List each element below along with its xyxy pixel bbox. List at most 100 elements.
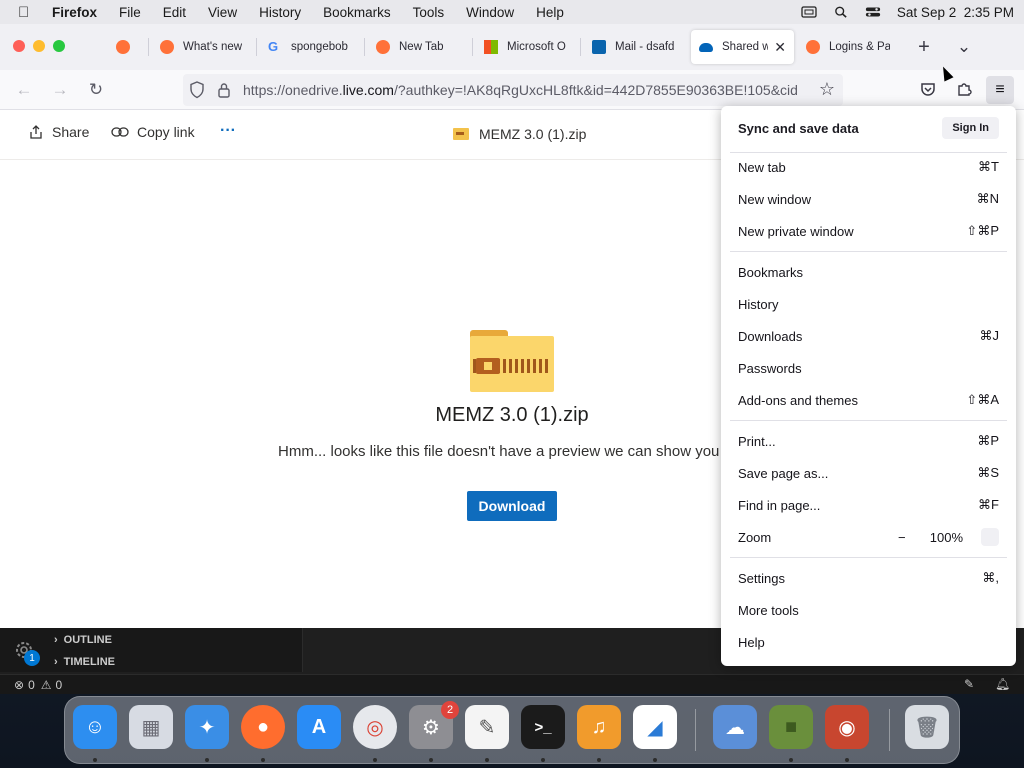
error-count[interactable]: 0 — [28, 678, 35, 692]
weather-icon[interactable]: ☁ — [713, 705, 757, 749]
safari-icon[interactable]: ✦ — [185, 705, 229, 749]
menu-item-new-window[interactable]: New window ⌘N — [738, 184, 999, 214]
apple-icon[interactable]:  — [18, 4, 40, 21]
chrome-icon[interactable]: ◎ — [353, 705, 397, 749]
menu-item-save-page-as[interactable]: Save page as... ⌘S — [738, 458, 999, 488]
menu-item-addons-and-themes[interactable]: Add-ons and themes ⇧⌘A — [738, 385, 999, 415]
garageband-icon[interactable]: ♫ — [577, 705, 621, 749]
tab-logins[interactable]: Logins & Pa — [798, 30, 898, 64]
sign-in-button[interactable]: Sign In — [942, 117, 999, 139]
menu-help[interactable]: Help — [536, 5, 564, 20]
menu-item-find-in-page[interactable]: Find in page... ⌘F — [738, 490, 999, 520]
notifications-bell-icon[interactable]: 🔔︎ — [995, 677, 1010, 691]
terminal-icon[interactable]: >_ — [521, 705, 565, 749]
reload-icon[interactable]: ↻ — [84, 78, 108, 102]
menu-view[interactable]: View — [208, 5, 237, 20]
screen-mirroring-icon[interactable] — [801, 6, 817, 18]
menu-item-label: Print... — [738, 433, 776, 449]
pocket-icon[interactable] — [920, 81, 936, 97]
zoom-label: Zoom — [738, 529, 772, 545]
app-store-icon[interactable]: A — [297, 705, 341, 749]
minecraft-icon[interactable]: ■ — [769, 705, 813, 749]
zoom-in-button[interactable] — [981, 528, 999, 546]
url-bar[interactable]: https://onedrive.live.com/?authkey=!AK8q… — [183, 74, 843, 106]
warning-count[interactable]: 0 — [56, 678, 63, 692]
tab-firefox-pinned[interactable] — [108, 30, 144, 64]
minimize-window-button[interactable] — [33, 40, 45, 52]
menubar-clock[interactable]: Sat Sep 2 2:35 PM — [897, 5, 1014, 20]
zoom-window-button[interactable] — [53, 40, 65, 52]
close-tab-icon[interactable]: ✕ — [768, 39, 786, 56]
extensions-puzzle-icon[interactable] — [956, 81, 972, 97]
hamburger-menu-icon[interactable]: ≡ — [986, 76, 1014, 104]
menu-item-label: History — [738, 296, 779, 312]
menu-item-settings[interactable]: Settings ⌘, — [738, 563, 999, 593]
tab-microsoft[interactable]: Microsoft O — [476, 30, 576, 64]
tab-whats-new[interactable]: What's new — [152, 30, 252, 64]
onedrive-icon — [699, 42, 713, 52]
share-button[interactable]: Share — [28, 124, 89, 140]
url-prefix: https://onedrive. — [243, 82, 343, 98]
menu-app-name[interactable]: Firefox — [52, 5, 97, 20]
launchpad-icon[interactable]: ▦ — [129, 705, 173, 749]
spotlight-search-icon[interactable] — [833, 6, 849, 18]
bookmark-star-icon[interactable]: ☆ — [819, 79, 835, 100]
warning-icon[interactable]: ⚠ — [41, 678, 52, 692]
firefox-icon[interactable]: ● — [241, 705, 285, 749]
menu-separator — [730, 420, 1007, 421]
menu-tools[interactable]: Tools — [413, 5, 445, 20]
file-name-header: MEMZ 3.0 (1).zip — [453, 126, 586, 142]
menu-item-more-tools[interactable]: More tools — [738, 595, 999, 625]
running-indicator — [205, 758, 209, 762]
tab-mail[interactable]: Mail - dsafd — [584, 30, 684, 64]
timeline-section[interactable]: › TIMELINE — [54, 656, 115, 668]
zoom-reset-button[interactable]: 100% — [930, 530, 963, 545]
list-all-tabs-chevron-icon[interactable]: ⌄ — [952, 35, 976, 59]
menu-item-label: Add-ons and themes — [738, 392, 858, 408]
photo-booth-icon[interactable]: ◉ — [825, 705, 869, 749]
download-button[interactable]: Download — [467, 491, 557, 521]
new-tab-plus-icon[interactable]: + — [912, 35, 936, 59]
menu-item-shortcut: ⇧⌘P — [966, 223, 999, 238]
menu-item-label: New window — [738, 191, 811, 207]
menu-item-new-private-window[interactable]: New private window ⇧⌘P — [738, 216, 999, 246]
vscode-icon[interactable]: ◢ — [633, 705, 677, 749]
control-center-icon[interactable] — [865, 6, 881, 18]
feedback-icon[interactable]: ✎ — [964, 677, 974, 691]
menu-item-passwords[interactable]: Passwords — [738, 353, 999, 383]
running-indicator — [597, 758, 601, 762]
outline-section[interactable]: › OUTLINE — [54, 634, 112, 646]
tracking-protection-shield-icon[interactable] — [189, 81, 205, 99]
menu-item-bookmarks[interactable]: Bookmarks — [738, 257, 999, 287]
url-text[interactable]: https://onedrive.live.com/?authkey=!AK8q… — [243, 82, 811, 98]
more-options-ellipsis-icon[interactable]: ··· — [220, 122, 236, 140]
menu-item-help[interactable]: Help — [738, 627, 999, 657]
menu-edit[interactable]: Edit — [163, 5, 186, 20]
finder-icon[interactable]: ☺ — [73, 705, 117, 749]
tab-shared-onedrive[interactable]: Shared w ✕ — [691, 30, 794, 64]
menu-file[interactable]: File — [119, 5, 141, 20]
menu-item-print[interactable]: Print... ⌘P — [738, 426, 999, 456]
microsoft-icon — [484, 40, 498, 54]
forward-arrow-icon[interactable]: → — [48, 78, 72, 102]
zoom-out-button[interactable]: − — [892, 527, 912, 547]
menu-item-label: Downloads — [738, 328, 803, 344]
tab-spongebob[interactable]: G spongebob — [260, 30, 360, 64]
tab-label: What's new — [183, 41, 243, 53]
tab-label: Microsoft O — [507, 41, 566, 53]
lock-icon[interactable] — [217, 82, 231, 98]
menu-window[interactable]: Window — [466, 5, 514, 20]
menu-item-downloads[interactable]: Downloads ⌘J — [738, 321, 999, 351]
menu-item-new-tab[interactable]: New tab ⌘T — [738, 152, 999, 182]
close-window-button[interactable] — [13, 40, 25, 52]
error-icon[interactable]: ⊗ — [14, 678, 24, 692]
back-arrow-icon[interactable]: ← — [12, 78, 36, 102]
sync-section: Sync and save data Sign In — [738, 114, 999, 142]
menu-item-history[interactable]: History — [738, 289, 999, 319]
menu-history[interactable]: History — [259, 5, 301, 20]
menu-bookmarks[interactable]: Bookmarks — [323, 5, 391, 20]
copy-link-button[interactable]: Copy link — [111, 124, 195, 140]
textedit-icon[interactable]: ✎ — [465, 705, 509, 749]
trash-icon[interactable]: 🗑 — [905, 705, 949, 749]
tab-new-tab[interactable]: New Tab — [368, 30, 468, 64]
